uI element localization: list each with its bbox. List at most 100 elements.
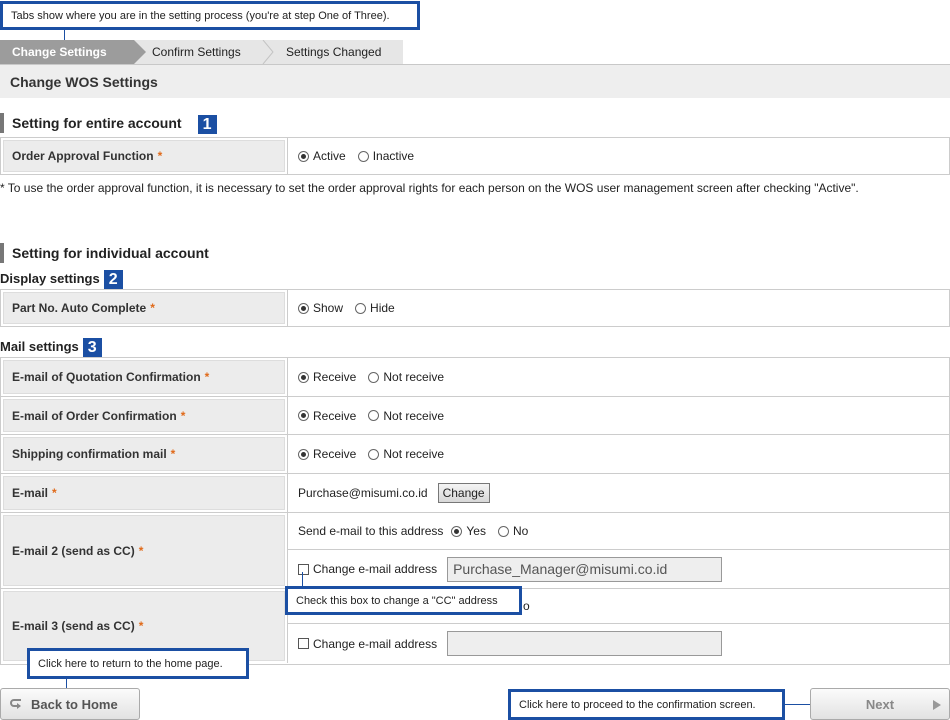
home-callout-text: Click here to return to the home page. [38,657,223,670]
radio-inactive[interactable]: Inactive [357,149,414,163]
step-label: Settings Changed [286,45,382,59]
row-label-cell: Order Approval Function * [1,138,287,174]
radio-show[interactable]: Show [298,301,343,315]
radio-label: Receive [313,370,357,384]
radio-label: Receive [313,408,357,423]
step-confirm-settings: Confirm Settings [152,40,241,64]
row-label: E-mail of Quotation Confirmation * [3,360,285,394]
required-mark: * [138,619,144,633]
radio-selected-icon[interactable] [298,371,309,383]
radio-receive[interactable]: Receive [298,409,356,423]
return-arrow-icon [10,699,21,709]
cc-callout: Check this box to change a "CC" address [285,586,522,615]
radio-label: Receive [313,447,357,461]
row-order-mail: E-mail of Order Confirmation * Receive No… [1,397,949,435]
next-button[interactable]: Next [810,688,950,720]
change-email2-checkbox[interactable] [298,563,309,575]
back-to-home-button[interactable]: Back to Home [0,688,140,720]
display-settings-heading: Display settings 2 [0,270,123,290]
radio-selected-icon[interactable] [298,410,309,421]
row-value: Show Hide [287,290,949,326]
display-settings-table: Part No. Auto Complete * Show Hide [0,289,950,327]
approval-note: * To use the order approval function, it… [0,181,859,195]
row-value: Active Inactive [287,138,949,174]
label-text: E-mail 3 (send as CC) [12,619,135,633]
radio-selected-icon[interactable] [451,525,463,537]
row-label-cell: E-mail of Quotation Confirmation * [1,358,287,396]
radio-selected-icon[interactable] [298,448,309,460]
mail-settings-heading: Mail settings 3 [0,338,102,358]
step-label: Confirm Settings [152,45,241,59]
row-label-cell: E-mail of Order Confirmation * [1,397,287,434]
section-individual-account: Setting for individual account [0,243,209,263]
email3-change-row: Change e-mail address [288,624,949,663]
next-callout: Click here to proceed to the confirmatio… [508,689,785,720]
next-label: Next [865,696,895,712]
row-label: E-mail 2 (send as CC) * [3,515,285,586]
label-text: E-mail of Order Confirmation [12,408,177,423]
play-arrow-icon [933,700,941,710]
required-mark: * [180,408,186,423]
change-email3-checkbox[interactable] [298,638,309,649]
email2-input[interactable]: Purchase_Manager@misumi.co.id [447,556,723,582]
radio-label: Not receive [383,408,445,423]
row-part-no-autocomplete: Part No. Auto Complete * Show Hide [1,290,949,326]
tabs-callout: Tabs show where you are in the setting p… [0,1,420,30]
step-change-settings: Change Settings [0,40,146,64]
section-entire-account: Setting for entire account 1 [0,113,217,134]
row-value: Receive Not receive [287,358,949,396]
home-callout: Click here to return to the home page. [27,648,249,679]
row-label: E-mail * [3,476,285,510]
radio-selected-icon[interactable] [298,150,309,162]
section-title: Setting for entire account [12,115,182,131]
radio-label: Not receive [383,370,445,384]
radio-icon[interactable] [497,525,509,537]
row-quotation-mail: E-mail of Quotation Confirmation * Receiv… [1,358,949,397]
subheading-text: Mail settings [0,339,79,354]
row-label-cell: E-mail * [1,474,287,512]
radio-no[interactable]: No [497,524,529,538]
radio-receive[interactable]: Receive [298,370,356,384]
label-text: E-mail of Quotation Confirmation [12,370,201,384]
email2-send-row: Send e-mail to this address Yes No [288,513,949,550]
radio-not-receive[interactable]: Not receive [368,370,444,384]
row-label-cell: Shipping confirmation mail * [1,435,287,473]
label-text: E-mail 2 (send as CC) [12,543,135,558]
row-label-cell: E-mail 2 (send as CC) * [1,513,287,588]
radio-label: Active [313,149,346,163]
chevron-right-icon [262,40,274,64]
radio-yes[interactable]: Yes [451,524,486,538]
row-email: E-mail * Purchase@misumi.co.id Change [1,474,949,513]
radio-active[interactable]: Active [298,149,346,163]
change-email-button[interactable]: Change [437,483,490,503]
label-text: E-mail [12,486,49,500]
step-badge: 2 [103,270,123,290]
email3-input[interactable] [447,631,723,656]
row-email2: E-mail 2 (send as CC) * Send e-mail to th… [1,513,949,589]
radio-icon[interactable] [357,150,369,162]
radio-icon[interactable] [368,371,380,383]
row-label: Shipping confirmation mail * [3,437,285,471]
step-settings-changed: Settings Changed [286,40,381,64]
label-text: Part No. Auto Complete [12,301,147,315]
subheading-text: Display settings [0,271,100,286]
radio-icon[interactable] [368,448,380,460]
back-label: Back to Home [31,696,118,712]
radio-selected-icon[interactable] [298,302,309,314]
radio-receive[interactable]: Receive [298,447,356,461]
cc-callout-text: Check this box to change a "CC" address [296,594,498,607]
required-mark: * [204,370,210,384]
tabs-callout-text: Tabs show where you are in the setting p… [11,9,390,22]
page-title: Change WOS Settings [0,64,950,98]
radio-not-receive[interactable]: Not receive [368,409,444,423]
required-mark: * [52,486,57,500]
radio-icon[interactable] [355,302,367,314]
entire-account-table: Order Approval Function * Active Inactive [0,137,950,175]
radio-not-receive[interactable]: Not receive [368,447,444,461]
radio-hide[interactable]: Hide [355,301,395,315]
row-value: Receive Not receive [287,397,949,434]
radio-icon[interactable] [368,410,380,421]
required-mark: * [150,301,155,315]
mail-settings-table: E-mail of Quotation Confirmation * Receiv… [0,357,950,665]
radio-label: No [512,524,529,538]
